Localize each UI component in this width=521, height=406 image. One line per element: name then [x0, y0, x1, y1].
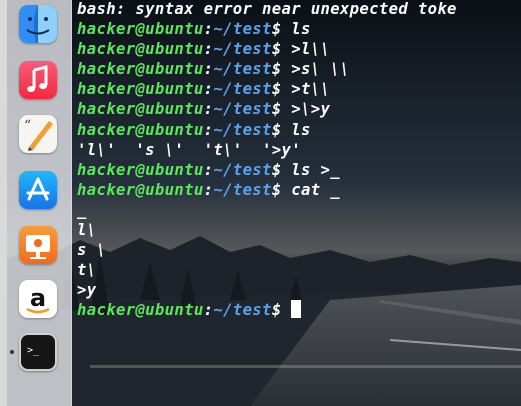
prompt-user: hacker@ubuntu	[77, 180, 204, 199]
keynote-icon[interactable]	[19, 226, 57, 264]
command-text: >t\\	[291, 80, 331, 99]
command-text: >\>y	[291, 100, 331, 119]
output-text: bash: syntax error near unexpected toke	[77, 0, 457, 18]
prompt-symbol: $	[271, 80, 292, 99]
prompt-path: ~/test	[213, 20, 272, 39]
output-text: s \	[77, 241, 107, 260]
command-text: ls >_	[291, 160, 340, 179]
prompt-user: hacker@ubuntu	[77, 120, 204, 139]
dock: “ a >_	[7, 0, 72, 406]
output-text: >y	[77, 281, 97, 300]
terminal-output-line: t\	[77, 260, 521, 280]
prompt-separator: :	[203, 120, 214, 139]
terminal-prompt-line: hacker@ubuntu:~/test$ >l\\	[77, 39, 521, 59]
window-edge	[0, 0, 7, 406]
output-text: _	[77, 200, 87, 219]
svg-text:a: a	[30, 284, 46, 312]
prompt-path: ~/test	[213, 80, 272, 99]
prompt-symbol: $	[271, 20, 292, 39]
output-text: t\	[77, 261, 97, 280]
terminal-prompt-line: hacker@ubuntu:~/test$ >\>y	[77, 99, 521, 119]
prompt-user: hacker@ubuntu	[77, 20, 204, 39]
prompt-separator: :	[203, 100, 214, 119]
prompt-user: hacker@ubuntu	[77, 301, 204, 320]
terminal-output[interactable]: bash: syntax error near unexpected toke h…	[77, 0, 521, 379]
prompt-separator: :	[203, 80, 214, 99]
terminal-output-line: 'l\' 's \' 't\' '>y'	[77, 140, 521, 160]
prompt-path: ~/test	[213, 180, 272, 199]
terminal-output-line: l\	[77, 220, 521, 240]
prompt-user: hacker@ubuntu	[77, 160, 204, 179]
text-cursor	[291, 300, 302, 319]
terminal-output-line: >y	[77, 280, 521, 300]
prompt-path: ~/test	[213, 40, 272, 59]
terminal-prompt-line: hacker@ubuntu:~/test$ ls	[77, 19, 521, 39]
terminal-prompt-line: hacker@ubuntu:~/test$ >t\\	[77, 79, 521, 99]
script-editor-icon[interactable]: “	[19, 115, 57, 153]
terminal-prompt-line: hacker@ubuntu:~/test$ cat _	[77, 180, 521, 200]
prompt-symbol: $	[271, 60, 292, 79]
terminal-prompt-line: hacker@ubuntu:~/test$ ls	[77, 120, 521, 140]
prompt-user: hacker@ubuntu	[77, 40, 204, 59]
prompt-user: hacker@ubuntu	[77, 80, 204, 99]
svg-text:“: “	[24, 118, 31, 134]
prompt-symbol: $	[271, 40, 292, 59]
command-text: >l\\	[291, 40, 331, 59]
prompt-separator: :	[203, 301, 214, 320]
music-icon[interactable]	[19, 61, 57, 99]
prompt-path: ~/test	[213, 100, 272, 119]
prompt-path: ~/test	[213, 60, 272, 79]
prompt-symbol: $	[271, 100, 292, 119]
command-text: >s\ \\	[291, 60, 350, 79]
prompt-separator: :	[203, 40, 214, 59]
prompt-symbol: $	[271, 301, 292, 320]
prompt-symbol: $	[271, 180, 292, 199]
prompt-separator: :	[203, 160, 214, 179]
terminal-output-line: s \	[77, 240, 521, 260]
output-text: l\	[77, 221, 97, 240]
prompt-path: ~/test	[213, 301, 272, 320]
prompt-symbol: $	[271, 120, 292, 139]
svg-text:>_: >_	[27, 345, 40, 356]
prompt-user: hacker@ubuntu	[77, 100, 204, 119]
command-text: ls	[291, 20, 311, 39]
prompt-path: ~/test	[213, 120, 272, 139]
terminal-output-line: _	[77, 200, 521, 220]
prompt-symbol: $	[271, 160, 292, 179]
app-store-icon[interactable]	[19, 171, 57, 209]
terminal-prompt-line: hacker@ubuntu:~/test$ >s\ \\	[77, 59, 521, 79]
output-text: 'l\' 's \' 't\' '>y'	[77, 140, 301, 159]
running-indicator	[10, 350, 14, 354]
amazon-icon[interactable]: a	[19, 280, 57, 318]
command-text: ls	[291, 120, 311, 139]
prompt-user: hacker@ubuntu	[77, 60, 204, 79]
terminal-icon[interactable]: >_	[19, 333, 57, 371]
prompt-path: ~/test	[213, 160, 272, 179]
terminal-prompt-line: hacker@ubuntu:~/test$	[77, 300, 521, 320]
terminal-prompt-line: hacker@ubuntu:~/test$ ls >_	[77, 160, 521, 180]
command-text: cat _	[291, 180, 340, 199]
prompt-separator: :	[203, 20, 214, 39]
terminal-output-line: bash: syntax error near unexpected toke	[77, 0, 521, 19]
prompt-separator: :	[203, 60, 214, 79]
prompt-separator: :	[203, 180, 214, 199]
finder-icon[interactable]	[19, 5, 57, 43]
